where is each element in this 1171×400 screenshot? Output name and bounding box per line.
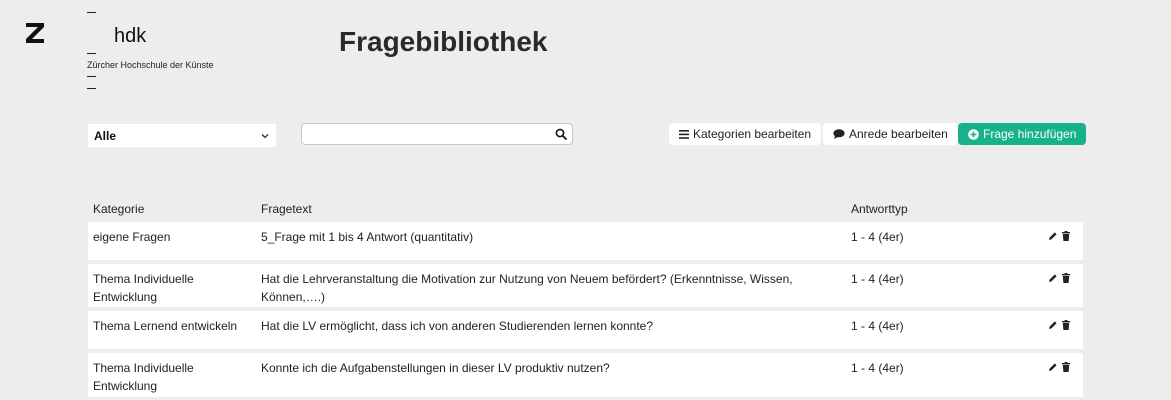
plus-circle-icon [968, 128, 979, 140]
row-category: Thema Individuelle Entwicklung [93, 361, 194, 393]
list-icon [679, 129, 689, 139]
row-answer-type: 1 - 4 (4er) [851, 361, 904, 375]
trash-icon[interactable] [1061, 231, 1071, 241]
pencil-icon[interactable] [1048, 362, 1058, 372]
edit-salutation-button[interactable]: Anrede bearbeiten [823, 123, 958, 145]
search-input[interactable] [302, 124, 554, 144]
column-header-question: Fragetext [261, 202, 312, 216]
category-filter-select[interactable]: Alle [88, 124, 276, 147]
chevron-down-icon [261, 133, 269, 138]
row-answer-type: 1 - 4 (4er) [851, 230, 904, 244]
row-question: Hat die LV ermöglicht, dass ich von ande… [261, 319, 654, 333]
questions-table: Kategorie Fragetext Antworttyp eigene Fr… [88, 196, 1083, 397]
logo-dash [87, 53, 96, 54]
row-answer-type: 1 - 4 (4er) [851, 272, 904, 286]
search-icon[interactable] [555, 128, 567, 140]
logo-dash [87, 76, 96, 77]
row-answer-type: 1 - 4 (4er) [851, 319, 904, 333]
pencil-icon[interactable] [1048, 231, 1058, 241]
trash-icon[interactable] [1061, 362, 1071, 372]
zhdk-logo-z [26, 23, 44, 43]
trash-icon[interactable] [1061, 320, 1071, 330]
edit-salutation-label: Anrede bearbeiten [849, 127, 948, 141]
row-category: eigene Fragen [93, 230, 171, 244]
pencil-icon[interactable] [1048, 273, 1058, 283]
row-actions [1048, 273, 1071, 283]
table-row: Thema Individuelle Entwicklung Hat die L… [88, 264, 1083, 307]
edit-categories-label: Kategorien bearbeiten [693, 127, 812, 141]
table-row: Thema Lernend entwickeln Hat die LV ermö… [88, 311, 1083, 349]
add-question-label: Frage hinzufügen [983, 127, 1077, 141]
logo-dash [87, 88, 96, 89]
row-question: 5_Frage mit 1 bis 4 Antwort (quantitativ… [261, 230, 474, 244]
row-actions [1048, 362, 1071, 372]
brand-name: hdk [114, 25, 147, 47]
column-header-category: Kategorie [93, 202, 145, 216]
row-question: Hat die Lehrveranstaltung die Motivation… [261, 272, 793, 304]
edit-categories-button[interactable]: Kategorien bearbeiten [669, 123, 822, 145]
logo-dash [87, 12, 96, 13]
row-category: Thema Lernend entwickeln [93, 319, 238, 333]
speech-bubble-icon [833, 129, 845, 139]
row-actions [1048, 320, 1071, 330]
table-row: Thema Individuelle Entwicklung Konnte ic… [88, 353, 1083, 397]
trash-icon[interactable] [1061, 273, 1071, 283]
table-header: Kategorie Fragetext Antworttyp [88, 196, 1083, 222]
row-actions [1048, 231, 1071, 241]
brand-subtitle: Zürcher Hochschule der Künste [87, 60, 214, 70]
row-category: Thema Individuelle Entwicklung [93, 272, 194, 304]
search-field[interactable] [301, 123, 573, 145]
table-row: eigene Fragen 5_Frage mit 1 bis 4 Antwor… [88, 222, 1083, 260]
column-header-answer-type: Antworttyp [851, 202, 908, 216]
page-title: Fragebibliothek [339, 26, 548, 57]
add-question-button[interactable]: Frage hinzufügen [958, 123, 1087, 145]
row-question: Konnte ich die Aufgabenstellungen in die… [261, 361, 610, 375]
pencil-icon[interactable] [1048, 320, 1058, 330]
category-filter-value: Alle [94, 128, 117, 143]
